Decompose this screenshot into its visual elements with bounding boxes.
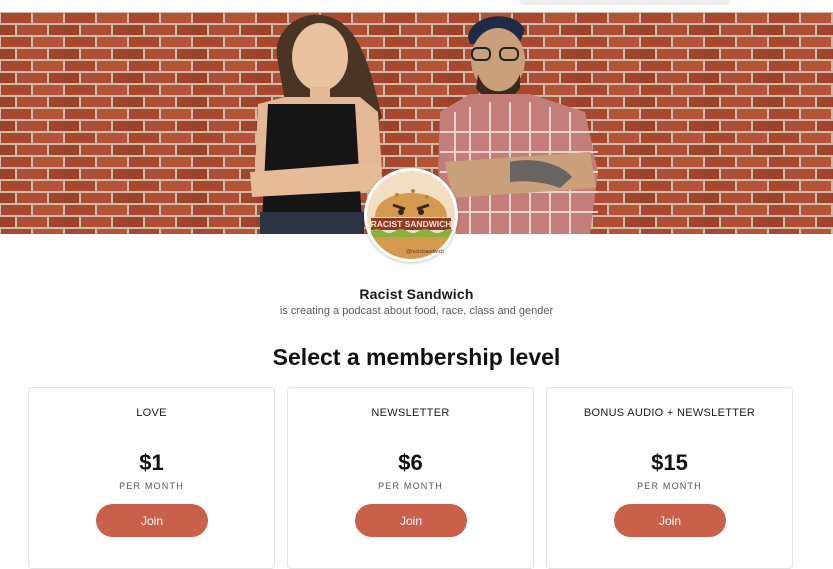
join-button-newsletter[interactable]: Join: [355, 504, 467, 537]
tier-name: BONUS AUDIO + NEWSLETTER: [583, 407, 756, 419]
tier-period: PER MONTH: [637, 481, 702, 491]
tier-card-bonus-audio: BONUS AUDIO + NEWSLETTER $15 PER MONTH J…: [546, 387, 793, 569]
join-button-love[interactable]: Join: [96, 504, 208, 537]
tier-name: NEWSLETTER: [371, 407, 450, 419]
tier-card-love: LOVE $1 PER MONTH Join: [28, 387, 275, 569]
creator-avatar[interactable]: RACIST SANDWICH @racistsandwich: [364, 168, 458, 262]
tier-card-newsletter: NEWSLETTER $6 PER MONTH Join: [287, 387, 534, 569]
avatar-handle: @racistsandwich: [406, 249, 444, 255]
tier-period: PER MONTH: [378, 481, 443, 491]
tier-period: PER MONTH: [119, 481, 184, 491]
tier-price: $6: [398, 450, 423, 475]
avatar-label: RACIST SANDWICH: [371, 219, 452, 229]
browser-top-strip: [0, 0, 833, 12]
burger-logo-icon: RACIST SANDWICH @racistsandwich: [367, 171, 455, 259]
tier-price: $1: [139, 450, 164, 475]
creator-name: Racist Sandwich: [359, 286, 474, 302]
top-strip-pill: [520, 0, 730, 5]
tier-price: $15: [651, 450, 688, 475]
tier-name: LOVE: [136, 407, 167, 419]
creator-description: is creating a podcast about food, race, …: [279, 305, 554, 317]
join-button-bonus-audio[interactable]: Join: [614, 504, 726, 537]
membership-section-title: Select a membership level: [272, 344, 561, 370]
